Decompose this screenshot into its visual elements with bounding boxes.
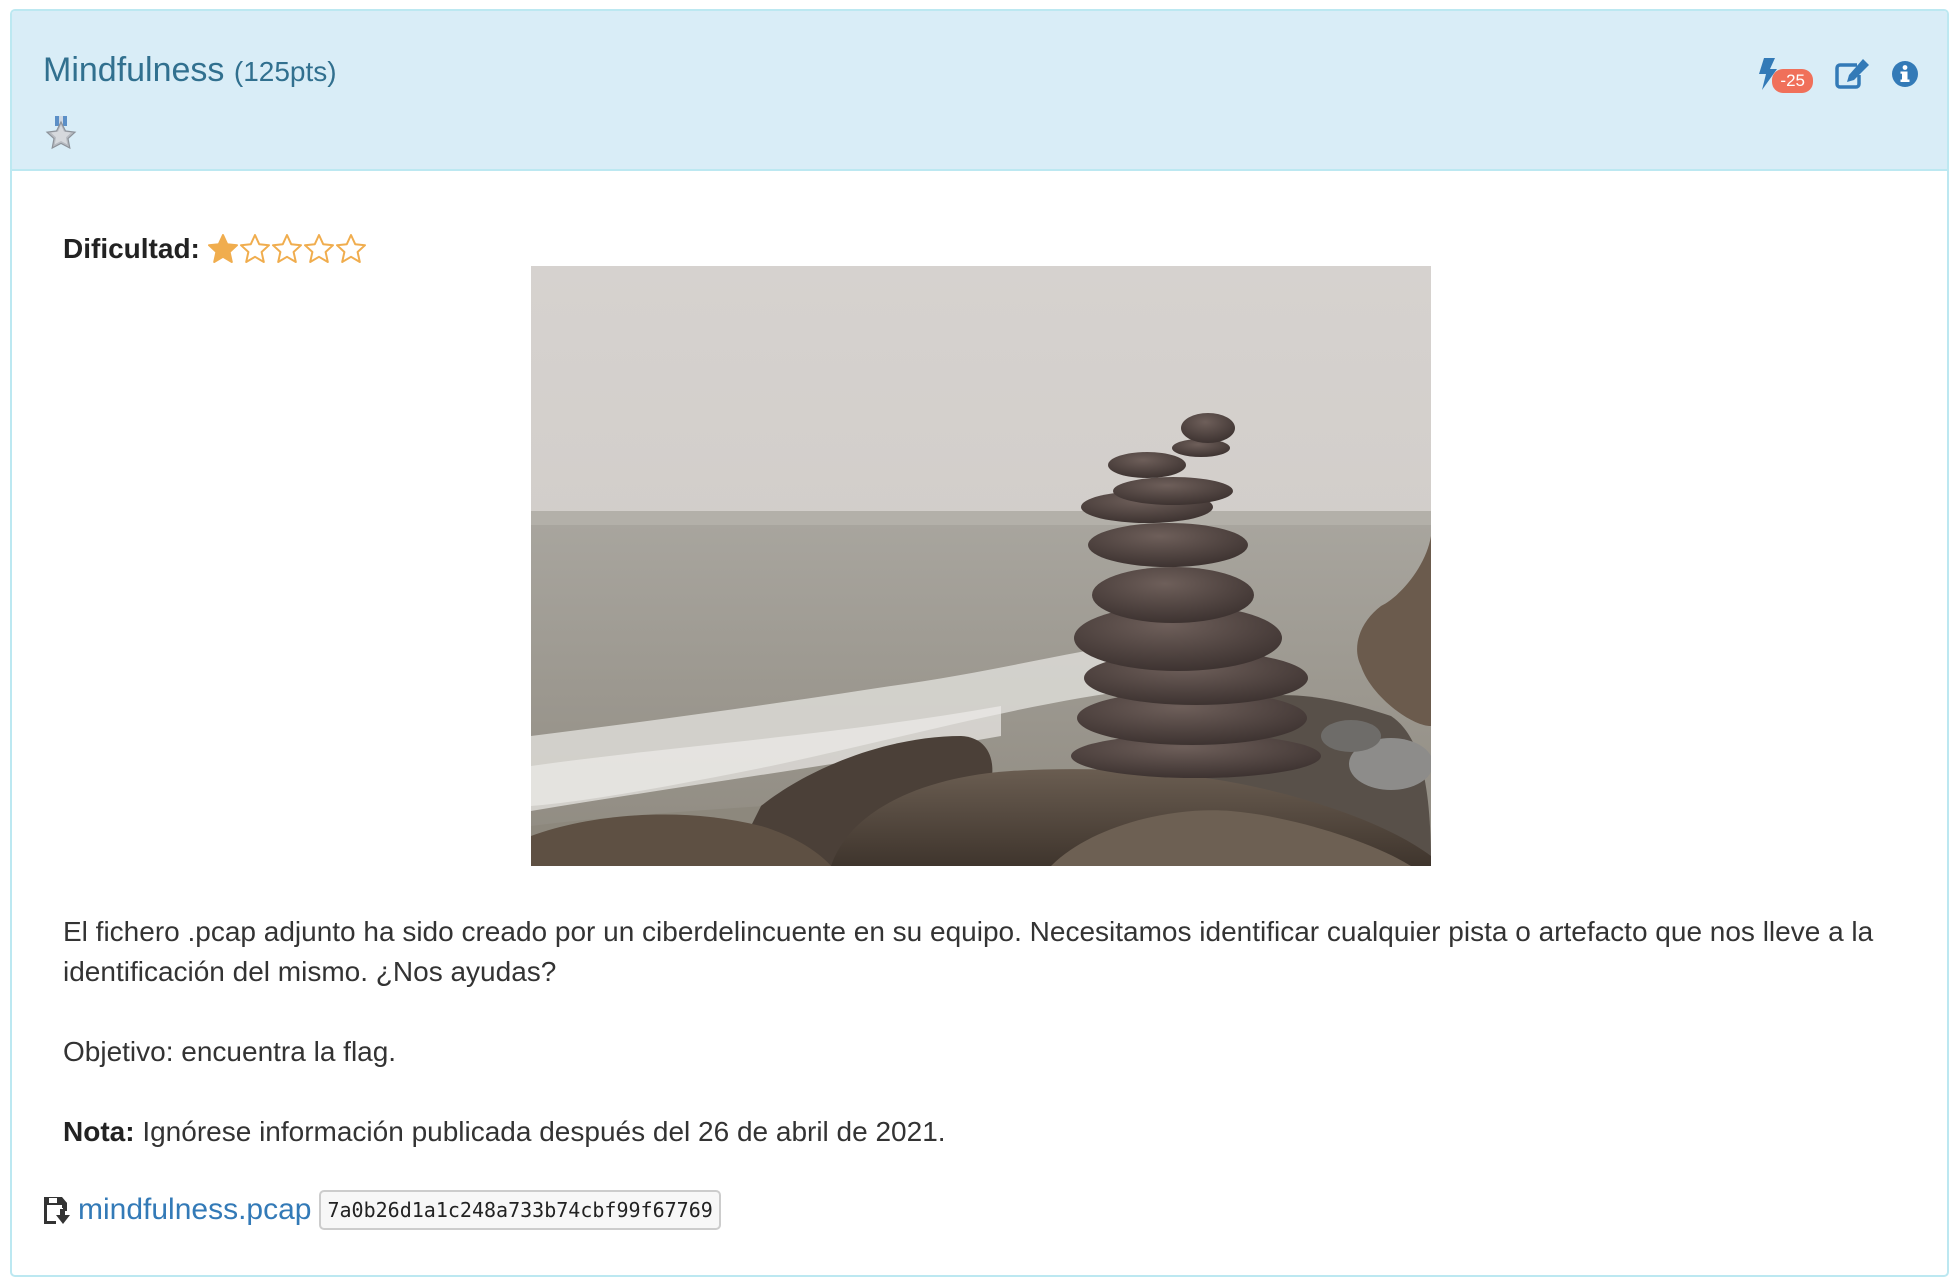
info-icon: [1892, 61, 1918, 87]
difficulty-label: Dificultad:: [63, 233, 200, 264]
star-empty-icon: [303, 234, 334, 263]
note-label: Nota:: [63, 1116, 135, 1147]
star-empty-icon: [271, 234, 302, 263]
info-button[interactable]: [1891, 60, 1919, 88]
attachment-row: mindfulness.pcap 7a0b26d1a1c248a733b74cb…: [42, 1190, 721, 1230]
challenge-title: Mindfulness (125pts): [43, 51, 337, 90]
note-text: Nota: Ignórese información publicada des…: [63, 1112, 1903, 1152]
file-download-icon: [44, 1197, 70, 1224]
penalty-badge: -25: [1772, 69, 1813, 93]
hint-bolt-button[interactable]: -25: [1758, 55, 1813, 93]
challenge-heading: Mindfulness (125pts) -25: [12, 11, 1947, 171]
challenge-description: El fichero .pcap adjunto ha sido creado …: [63, 912, 1903, 1192]
attachment-link[interactable]: mindfulness.pcap: [78, 1193, 311, 1227]
challenge-actions: -25: [1758, 49, 1919, 99]
attachment-hash: 7a0b26d1a1c248a733b74cbf99f67769: [319, 1190, 721, 1230]
star-empty-icon: [335, 234, 366, 263]
edit-icon: [1835, 59, 1869, 89]
star-empty-icon: [239, 234, 270, 263]
description-paragraph: El fichero .pcap adjunto ha sido creado …: [63, 916, 1874, 987]
challenge-points: (125pts): [233, 56, 337, 87]
objective-text: Objetivo: encuentra la flag.: [63, 1036, 397, 1067]
note-body: Ignórese información publicada después d…: [134, 1116, 946, 1147]
star-filled-icon: [207, 234, 238, 263]
challenge-body: Dificultad: El fichero .pcap adjunto ha …: [12, 173, 1947, 1275]
challenge-name: Mindfulness: [43, 51, 225, 89]
stacked-stones-photo: [531, 266, 1431, 866]
challenge-panel: Mindfulness (125pts) -25 Dificultad: El …: [10, 9, 1949, 1277]
medal-star-icon: [45, 116, 77, 150]
difficulty-rating: Dificultad:: [63, 233, 366, 265]
edit-button[interactable]: [1835, 59, 1869, 89]
difficulty-stars: [207, 234, 366, 264]
